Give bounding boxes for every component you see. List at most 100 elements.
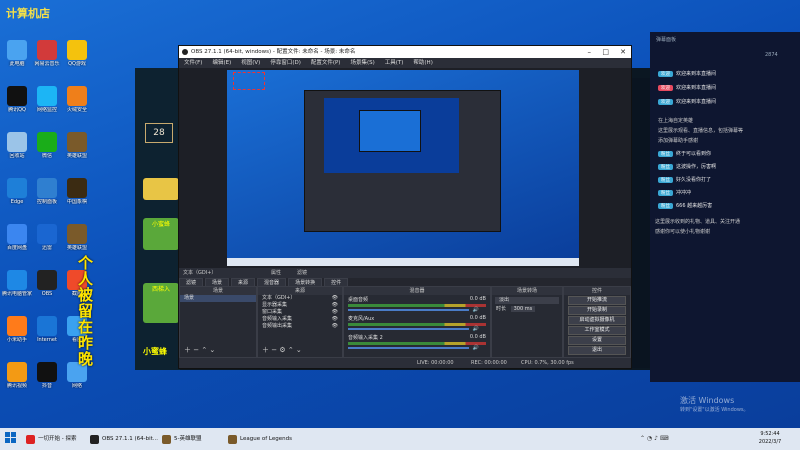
source-item[interactable]: 音频输入采集 👁 (258, 316, 342, 323)
chat-message: 欢迎 欢迎来到本直播间 (658, 98, 716, 105)
maximize-icon[interactable]: □ (602, 46, 609, 58)
properties-button[interactable]: 属性 (271, 268, 281, 278)
source-item[interactable]: 窗口采集 👁 (258, 309, 342, 316)
game-button-2[interactable]: 小蜜蜂 (143, 218, 179, 250)
desktop-icon[interactable]: Internet (32, 316, 62, 343)
game-button-1[interactable] (143, 178, 179, 200)
desktop-icon[interactable]: 腾讯QQ (2, 86, 32, 113)
chat-text: 终于可以看到你 (676, 151, 712, 157)
control-button[interactable]: 设置 (568, 336, 626, 345)
speaker-icon[interactable]: 🔊 (472, 307, 478, 313)
desktop-icon[interactable]: 微信 (32, 132, 62, 159)
mixer-channel-db: 0.0 dB (469, 334, 486, 340)
menu-item[interactable]: 编辑(E) (207, 58, 236, 68)
desktop-icon-label: 网易云音乐 (34, 61, 60, 67)
desktop-icon[interactable]: 小米助手 (2, 316, 32, 343)
volume-slider[interactable] (348, 328, 470, 330)
taskbar-item[interactable]: OBS 27.1.1 (64-bit... (88, 431, 158, 447)
menu-item[interactable]: 视图(V) (236, 58, 265, 68)
menu-item[interactable]: 场景集(S) (345, 58, 379, 68)
obs-title: OBS 27.1.1 (64-bit, windows) - 配置文件: 未命名… (191, 49, 356, 55)
desktop-icon[interactable]: OBS (32, 270, 62, 297)
menu-item[interactable]: 帮助(H) (408, 58, 437, 68)
visibility-icon[interactable]: 👁 (332, 323, 338, 330)
close-icon[interactable]: ✕ (620, 46, 626, 58)
menu-item[interactable]: 停靠窗口(D) (265, 58, 306, 68)
app-icon (37, 40, 57, 60)
taskbar-item[interactable]: League of Legends (226, 431, 292, 447)
control-button[interactable]: 开始录制 (568, 306, 626, 315)
desktop-icon[interactable]: 腾讯电脑管家 (2, 270, 32, 297)
sources-dock: 来源 文本（GDI+） 👁 显示器采集 👁 窗口采集 👁 音频输入采集 👁 音频输出采集… (257, 286, 343, 358)
source-item[interactable]: 显示器采集 👁 (258, 302, 342, 309)
desktop-icon[interactable]: Edge (2, 178, 32, 205)
taskbar-item[interactable]: 5-英雄联盟 (160, 431, 201, 447)
menu-item[interactable]: 配置文件(P) (306, 58, 346, 68)
minimize-icon[interactable]: – (588, 46, 592, 58)
chat-reply: 粉丝 666 越来越厉害 (658, 202, 712, 209)
mixer-list: 桌面音频 0.0 dB 🔊 麦克风/Aux 0.0 dB 🔊 音频输入采集 2 0.0 dB 🔊 (344, 295, 490, 352)
control-button[interactable]: 开始推流 (568, 296, 626, 305)
scenes-dock: 场景 场景 ＋ − ⌃ ⌄ (179, 286, 257, 358)
desktop-icon[interactable]: QQ游戏 (62, 40, 92, 67)
preview-taskbar (227, 258, 579, 266)
obs-window[interactable]: OBS 27.1.1 (64-bit, windows) - 配置文件: 未命名… (178, 45, 632, 369)
speaker-icon[interactable]: 🔊 (472, 345, 478, 351)
duration-input[interactable]: 300 ms (510, 306, 536, 312)
desktop-icon[interactable]: 网络监控 (32, 86, 62, 113)
menu-item[interactable]: 工具(T) (380, 58, 409, 68)
volume-slider[interactable] (348, 347, 470, 349)
desktop-icon[interactable]: 中国象棋 (62, 178, 92, 205)
speaker-icon[interactable]: 🔊 (472, 326, 478, 332)
clock[interactable]: 9:52:44 2022/3/7 (750, 430, 790, 446)
desktop-icon[interactable]: 腾讯视频 (2, 362, 32, 389)
obs-titlebar[interactable]: OBS 27.1.1 (64-bit, windows) - 配置文件: 未命名… (179, 46, 631, 58)
game-button-3[interactable]: 西梯入 (143, 283, 179, 323)
desktop-icon[interactable]: 火绒安全 (62, 86, 92, 113)
start-button[interactable] (4, 431, 18, 445)
chat-badge: 粉丝 (658, 203, 673, 209)
desktop-icon[interactable]: 英雄联盟 (62, 224, 92, 251)
dock-tabs: 滤镜 场景 来源 混音器 场景转换 控件 (179, 278, 631, 288)
source-item[interactable]: 音频输出采集 👁 (258, 323, 342, 330)
obs-menubar: 文件(F) 编辑(E) 视图(V) 停靠窗口(D) 配置文件(P) 场景集(S) 工具(T)… (179, 58, 631, 68)
chat-footer-1: 这里展示收到的礼物、道具、关注开通 (655, 219, 741, 225)
visibility-icon[interactable]: 👁 (332, 316, 338, 323)
app-icon (7, 132, 27, 152)
desktop-icon[interactable]: 英雄联盟 (62, 132, 92, 159)
source-item[interactable]: 文本（GDI+） 👁 (258, 295, 342, 302)
filters-button[interactable]: 滤镜 (297, 268, 307, 278)
preview-red-box (233, 72, 265, 90)
desktop-icon[interactable]: 控制面板 (32, 178, 62, 205)
desktop-icon[interactable]: 回收站 (2, 132, 32, 159)
desktop-icon-label: 网络 (71, 383, 82, 389)
control-button[interactable]: 启动虚拟摄像机 (568, 316, 626, 325)
desktop-icon[interactable]: 此电脑 (2, 40, 32, 67)
live-status: LIVE: 00:00:00 (417, 360, 454, 366)
obs-preview[interactable] (179, 68, 631, 268)
desktop-icon[interactable]: 百度网盘 (2, 224, 32, 251)
volume-meter (348, 342, 486, 345)
chat-text: 这波操作，厉害啊 (676, 164, 717, 170)
chat-badge: 欢迎 (658, 99, 673, 105)
chat-text: 欢迎来到本直播间 (676, 85, 717, 91)
visibility-icon[interactable]: 👁 (332, 295, 338, 302)
desktop-icon-label: 迅雷 (41, 245, 52, 251)
visibility-icon[interactable]: 👁 (332, 302, 338, 309)
visibility-icon[interactable]: 👁 (332, 309, 338, 316)
volume-slider[interactable] (348, 309, 470, 311)
transition-select[interactable]: 淡出 (495, 297, 559, 304)
menu-item[interactable]: 文件(F) (179, 58, 207, 68)
desktop-icon[interactable]: 网易云音乐 (32, 40, 62, 67)
scene-item[interactable]: 场景 (180, 295, 256, 302)
chat-reply: 粉丝 这波操作，厉害啊 (658, 163, 716, 170)
control-button[interactable]: 退出 (568, 346, 626, 355)
desktop-icon[interactable]: 抖音 (32, 362, 62, 389)
desktop-icon-label: 微信 (41, 153, 52, 159)
taskbar-item[interactable]: 一切开始 - 探索 (24, 431, 76, 447)
sources-list: 文本（GDI+） 👁 显示器采集 👁 窗口采集 👁 音频输入采集 👁 音频输出采集 👁 (258, 295, 342, 330)
chat-text: 欢迎来到本直播间 (676, 99, 717, 105)
source-selected-label: 文本（GDI+） (183, 270, 217, 276)
control-button[interactable]: 工作室模式 (568, 326, 626, 335)
desktop-icon[interactable]: 迅雷 (32, 224, 62, 251)
